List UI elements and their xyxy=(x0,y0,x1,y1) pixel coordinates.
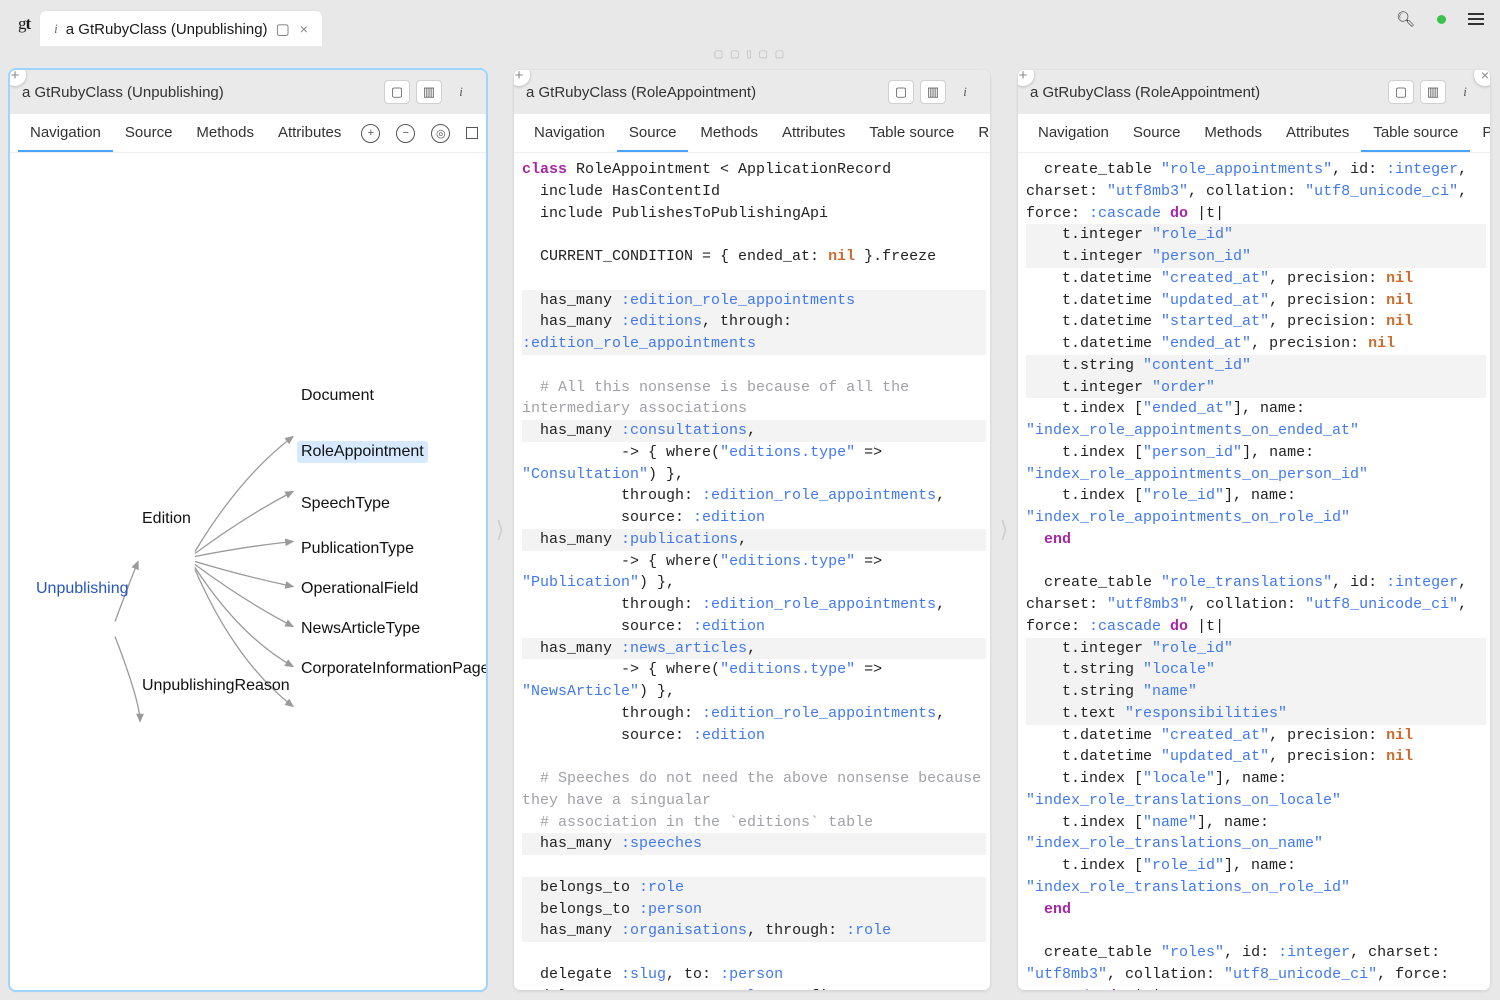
tab-table-source[interactable]: Table source xyxy=(1361,114,1470,152)
tab-navigation[interactable]: Navigation xyxy=(522,114,617,152)
tab-source[interactable]: Source xyxy=(1121,114,1193,152)
graph-node[interactable]: SpeechType xyxy=(297,493,394,515)
graph-node[interactable]: UnpublishingReason xyxy=(138,675,294,697)
tab-methods[interactable]: Methods xyxy=(1192,114,1274,152)
tab-methods[interactable]: Methods xyxy=(184,114,266,152)
reset-icon[interactable] xyxy=(458,114,486,152)
graph-node[interactable]: Document xyxy=(297,385,378,407)
workspace: + a GtRubyClass (Unpublishing) ▢ ▥ i Nav… xyxy=(0,62,1500,1000)
fit-icon[interactable]: ◎ xyxy=(423,114,458,152)
app-logo: gt xyxy=(18,14,30,34)
tab-attributes[interactable]: Attributes xyxy=(266,114,353,152)
pane-tabs: Navigation Source Methods Attributes Tab… xyxy=(1018,114,1490,153)
pane-source: + a GtRubyClass (RoleAppointment) ▢ ▥ i … xyxy=(514,70,990,990)
tab-title: a GtRubyClass (Unpublishing) xyxy=(66,21,268,38)
pane-title: a GtRubyClass (RoleAppointment) xyxy=(1030,84,1260,101)
graph-node[interactable]: CorporateInformationPageTy xyxy=(297,658,486,680)
graph-node-selected[interactable]: RoleAppointment xyxy=(297,441,428,463)
tab-source[interactable]: Source xyxy=(113,114,185,152)
graph-node[interactable]: PublicationType xyxy=(297,538,418,560)
book-icon[interactable]: ▥ xyxy=(416,80,442,104)
table-source-code[interactable]: create_table "role_appointments", id: :i… xyxy=(1018,153,1490,990)
app-chrome: gt i a GtRubyClass (Unpublishing) ▢ × 🔍︎ xyxy=(0,0,1500,46)
graph-canvas[interactable]: Unpublishing Edition UnpublishingReason … xyxy=(10,153,486,990)
window-tab[interactable]: i a GtRubyClass (Unpublishing) ▢ × xyxy=(40,11,322,46)
pane-navigation: + a GtRubyClass (Unpublishing) ▢ ▥ i Nav… xyxy=(10,70,486,990)
pane-header: a GtRubyClass (RoleAppointment) ▢ ▥ i xyxy=(1018,70,1490,114)
maximize-icon[interactable]: ▢ xyxy=(888,80,914,104)
maximize-icon[interactable]: ▢ xyxy=(384,80,410,104)
zoom-out-icon[interactable]: − xyxy=(388,114,423,152)
tab-attributes[interactable]: Attributes xyxy=(770,114,857,152)
tab-truncated[interactable]: R xyxy=(966,114,990,152)
graph-node[interactable]: OperationalField xyxy=(297,578,422,600)
zoom-in-icon[interactable]: + xyxy=(353,114,388,152)
pane-expand-icon[interactable]: ⟩ xyxy=(490,70,510,990)
graph-node[interactable]: Edition xyxy=(138,508,195,530)
info-icon: i xyxy=(54,21,58,37)
book-icon[interactable]: ▥ xyxy=(1420,80,1446,104)
graph-node-root[interactable]: Unpublishing xyxy=(32,578,133,600)
layout-mode-bar[interactable]: ▢ ▢ ▯ ▢ ▢ xyxy=(0,46,1500,62)
tab-navigation[interactable]: Navigation xyxy=(1026,114,1121,152)
menu-icon[interactable] xyxy=(1468,13,1484,25)
source-code[interactable]: class RoleAppointment < ApplicationRecor… xyxy=(514,153,990,990)
pane-header: a GtRubyClass (Unpublishing) ▢ ▥ i xyxy=(10,70,486,114)
pane-expand-icon[interactable]: ⟩ xyxy=(994,70,1014,990)
info-icon[interactable]: i xyxy=(448,80,474,104)
pane-table-source: + × a GtRubyClass (RoleAppointment) ▢ ▥ … xyxy=(1018,70,1490,990)
info-icon[interactable]: i xyxy=(952,80,978,104)
search-icon[interactable]: 🔍︎ xyxy=(1396,10,1415,28)
pane-title: a GtRubyClass (Unpublishing) xyxy=(22,84,224,101)
tab-truncated[interactable]: Prop xyxy=(1470,114,1490,152)
graph-node[interactable]: NewsArticleType xyxy=(297,618,424,640)
tab-close-icon[interactable]: × xyxy=(300,21,308,37)
tab-table-source[interactable]: Table source xyxy=(857,114,966,152)
tab-methods[interactable]: Methods xyxy=(688,114,770,152)
info-icon[interactable]: i xyxy=(1452,80,1478,104)
status-dot-icon xyxy=(1437,15,1446,24)
tab-attributes[interactable]: Attributes xyxy=(1274,114,1361,152)
tab-navigation[interactable]: Navigation xyxy=(18,114,113,152)
pane-tabs: Navigation Source Methods Attributes Tab… xyxy=(514,114,990,153)
tab-maximize-icon[interactable]: ▢ xyxy=(276,20,290,38)
pane-header: a GtRubyClass (RoleAppointment) ▢ ▥ i xyxy=(514,70,990,114)
pane-tabs: Navigation Source Methods Attributes + −… xyxy=(10,114,486,153)
book-icon[interactable]: ▥ xyxy=(920,80,946,104)
tab-source[interactable]: Source xyxy=(617,114,689,152)
graph-edges xyxy=(10,153,486,990)
pane-title: a GtRubyClass (RoleAppointment) xyxy=(526,84,756,101)
maximize-icon[interactable]: ▢ xyxy=(1388,80,1414,104)
